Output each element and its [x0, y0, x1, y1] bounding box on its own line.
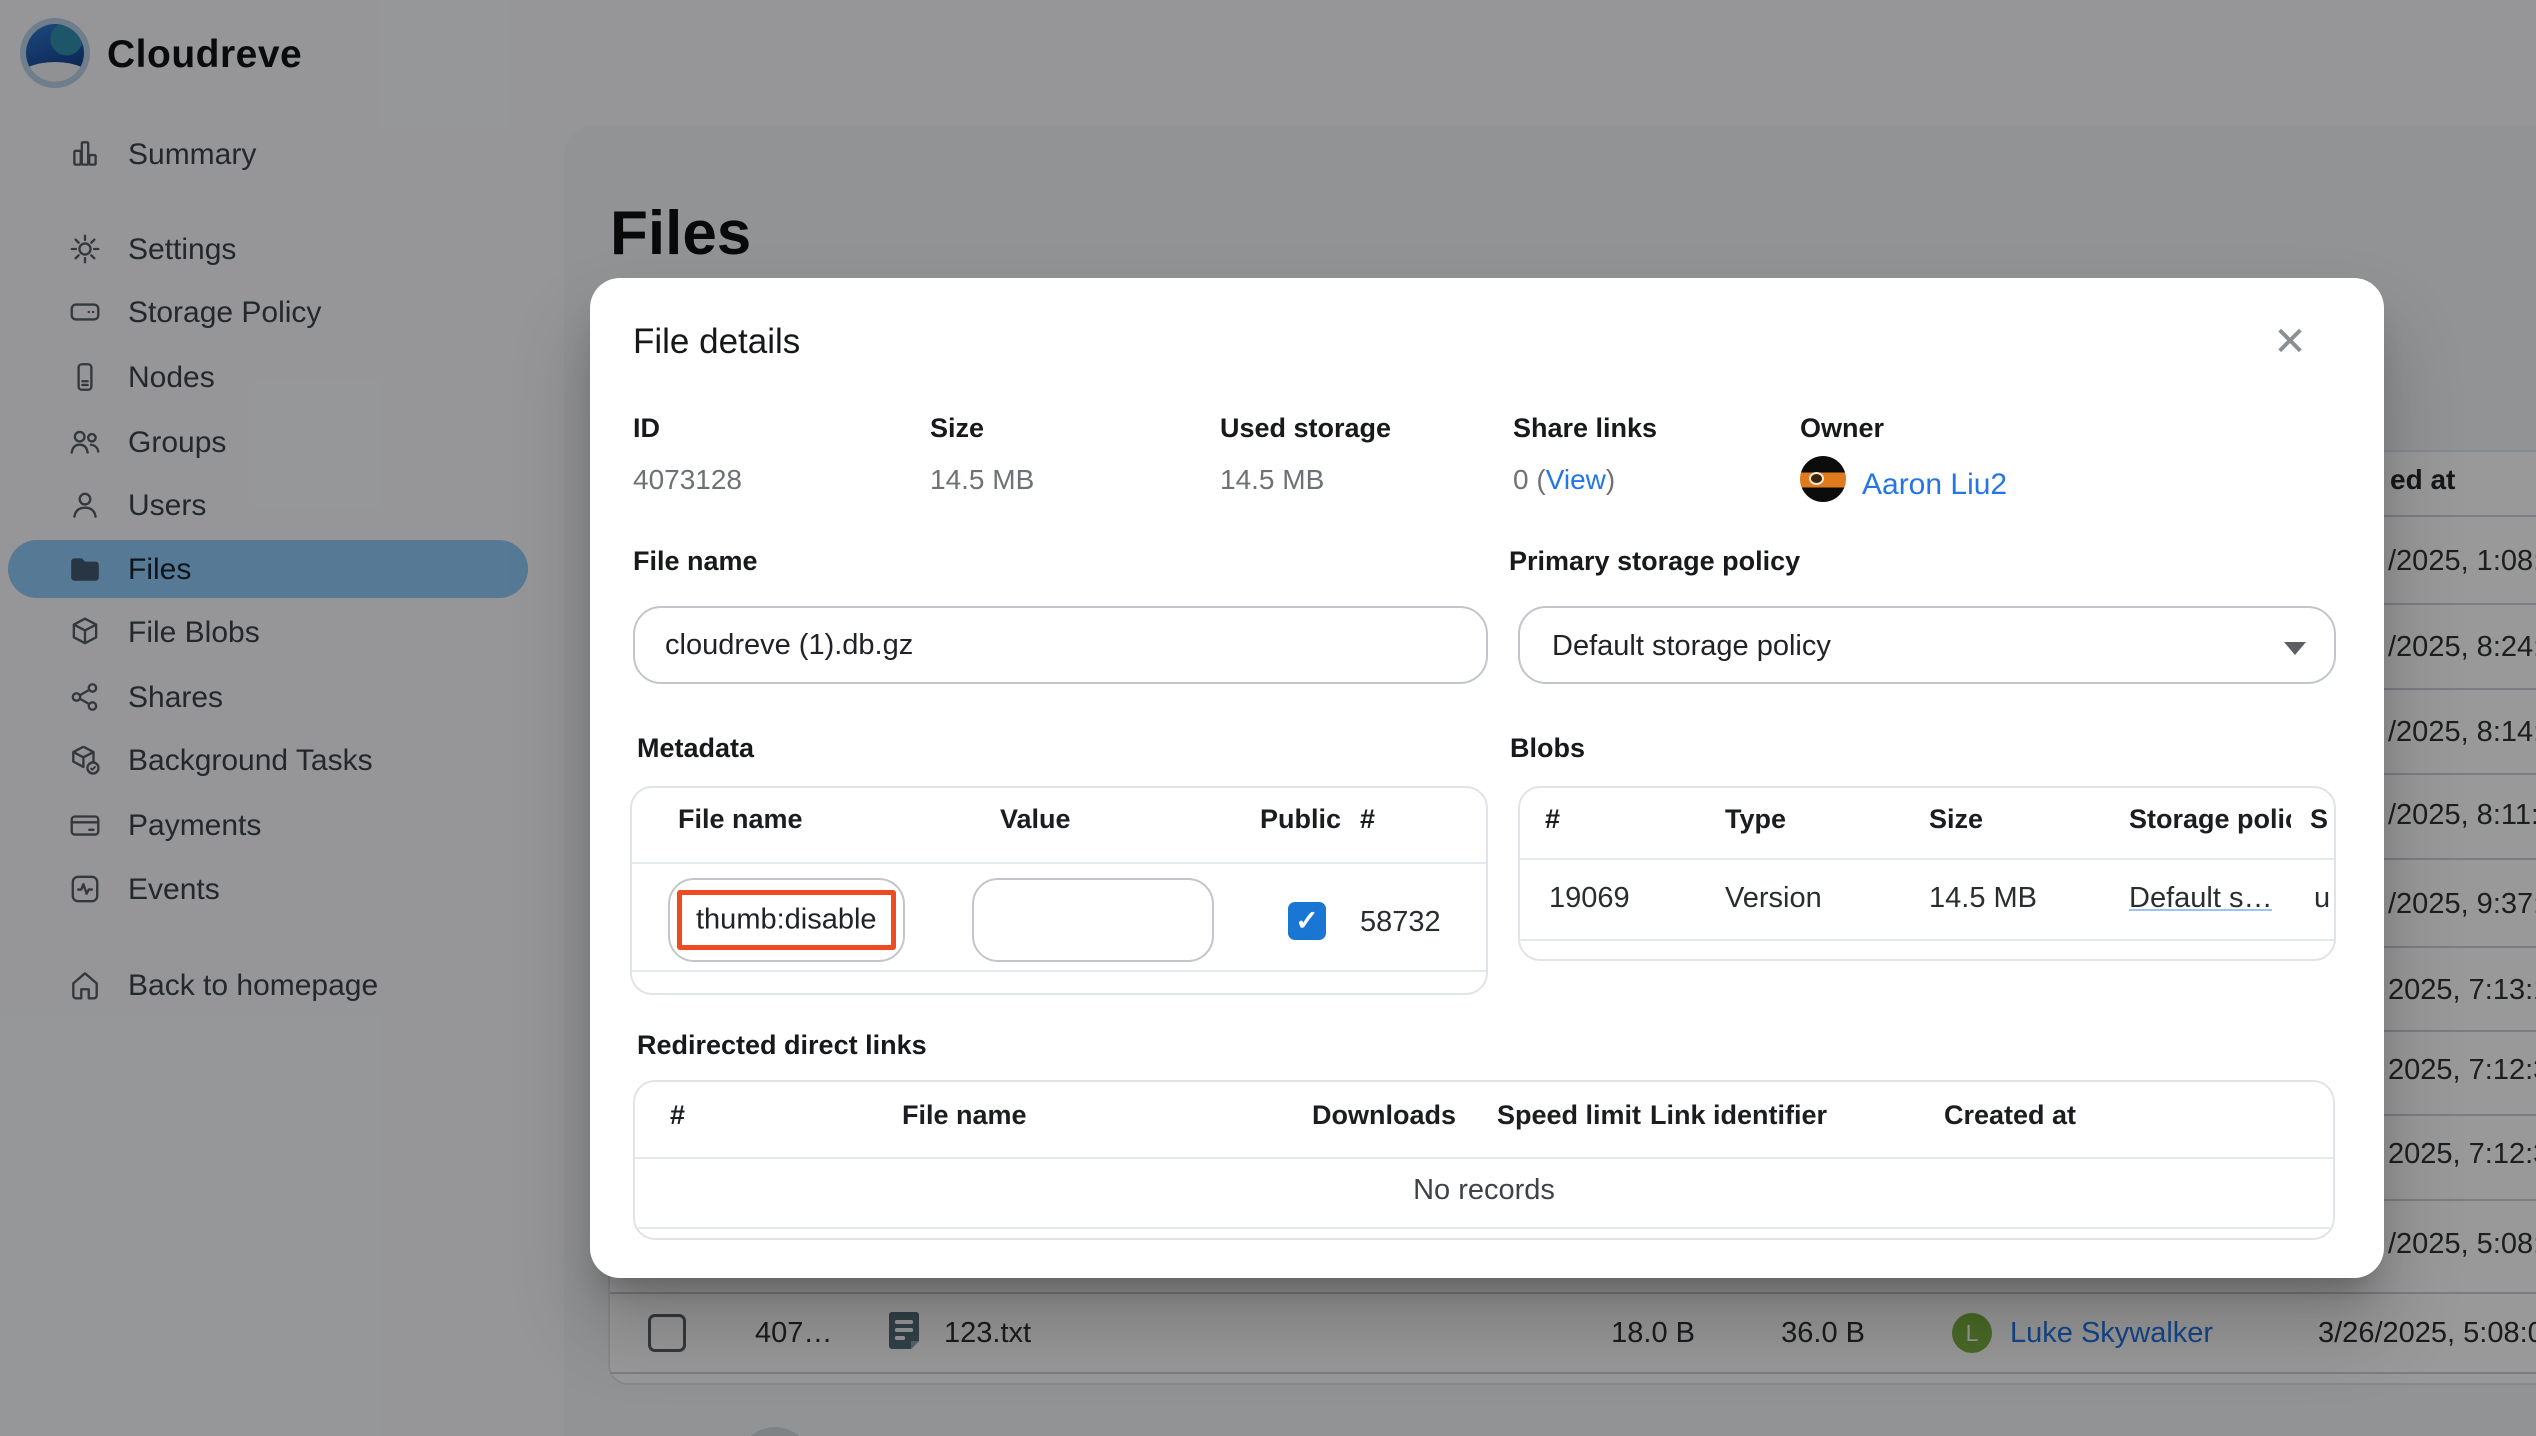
close-icon[interactable]: ✕ — [2262, 314, 2318, 370]
blob-policy-link[interactable]: Default s… — [2129, 882, 2272, 915]
table-divider — [635, 1227, 2333, 1229]
links-header-id: # — [670, 1100, 686, 1130]
links-header-identifier: Link identifier — [1650, 1100, 1828, 1130]
links-header-name: File name — [902, 1100, 1027, 1130]
blob-type-cell: Version — [1725, 882, 1822, 914]
share-count: 0 ( — [1513, 464, 1546, 495]
metadata-header-name: File name — [678, 804, 803, 834]
app-root: Cloudreve Summary Settings Storage Polic… — [0, 0, 2536, 1436]
blobs-section-title: Blobs — [1510, 733, 1586, 763]
table-divider — [635, 1157, 2333, 1159]
modal-title: File details — [633, 322, 801, 361]
metadata-key-value: thumb:disable — [696, 903, 877, 936]
used-storage-label: Used storage — [1220, 413, 1392, 443]
primary-storage-policy-label: Primary storage policy — [1509, 546, 1801, 576]
used-storage-value: 14.5 MB — [1220, 464, 1325, 495]
blobs-header-id: # — [1545, 804, 1561, 834]
table-divider — [632, 970, 1486, 972]
metadata-header-id: # — [1360, 804, 1376, 834]
metadata-table: File name Value Public # thumb:disable ✓… — [630, 786, 1488, 995]
links-header-speed: Speed limit — [1497, 1100, 1642, 1130]
avatar-emblem-icon — [1809, 472, 1824, 485]
storage-policy-select[interactable]: Default storage policy — [1518, 606, 2336, 684]
blob-id-cell: 19069 — [1549, 882, 1630, 914]
blobs-header-extra: S — [2310, 804, 2329, 834]
file-name-label: File name — [633, 546, 758, 576]
file-name-input[interactable] — [635, 608, 1486, 682]
id-value: 4073128 — [633, 464, 743, 495]
blobs-table: # Type Size Storage policy S 19069 Versi… — [1518, 786, 2336, 961]
file-details-modal: File details ✕ ID 4073128 Size 14.5 MB U… — [590, 278, 2384, 1278]
metadata-id-cell: 58732 — [1360, 906, 1441, 938]
id-label: ID — [633, 413, 660, 443]
chevron-down-icon — [2284, 642, 2306, 655]
metadata-value-input[interactable] — [972, 878, 1214, 962]
table-divider — [1520, 939, 2334, 941]
links-header-created: Created at — [1944, 1100, 2077, 1130]
public-checkbox[interactable]: ✓ — [1288, 902, 1326, 940]
owner-name-link[interactable]: Aaron Liu2 — [1862, 468, 2007, 502]
owner-label: Owner — [1800, 413, 1885, 443]
blobs-header-size: Size — [1929, 804, 1984, 834]
view-link[interactable]: View — [1546, 464, 1606, 495]
blob-size-cell: 14.5 MB — [1929, 882, 2037, 914]
table-divider — [1520, 858, 2334, 860]
no-records-message: No records — [1413, 1174, 1555, 1206]
share-links-label: Share links — [1513, 413, 1658, 443]
table-divider — [632, 862, 1486, 864]
owner-avatar[interactable] — [1800, 456, 1846, 502]
blobs-header-policy: Storage policy — [2129, 804, 2291, 834]
metadata-header-public: Public — [1260, 804, 1342, 834]
blob-extra-cell: u — [2314, 882, 2331, 914]
links-header-downloads: Downloads — [1312, 1100, 1457, 1130]
size-label: Size — [930, 413, 985, 443]
share-links-value: 0 (View) — [1513, 464, 1615, 496]
metadata-key-input[interactable]: thumb:disable — [668, 878, 905, 962]
file-name-input-wrap — [633, 606, 1488, 684]
size-value: 14.5 MB — [930, 464, 1035, 495]
blobs-header-type: Type — [1725, 804, 1787, 834]
metadata-section-title: Metadata — [637, 733, 755, 763]
share-suffix: ) — [1605, 464, 1616, 495]
redirected-links-section-title: Redirected direct links — [637, 1030, 927, 1060]
storage-policy-selected-value: Default storage policy — [1552, 630, 1831, 662]
annotation-highlight-box: thumb:disable — [677, 890, 896, 950]
metadata-header-value: Value — [1000, 804, 1071, 834]
redirected-links-table: # File name Downloads Speed limit Link i… — [633, 1080, 2335, 1240]
